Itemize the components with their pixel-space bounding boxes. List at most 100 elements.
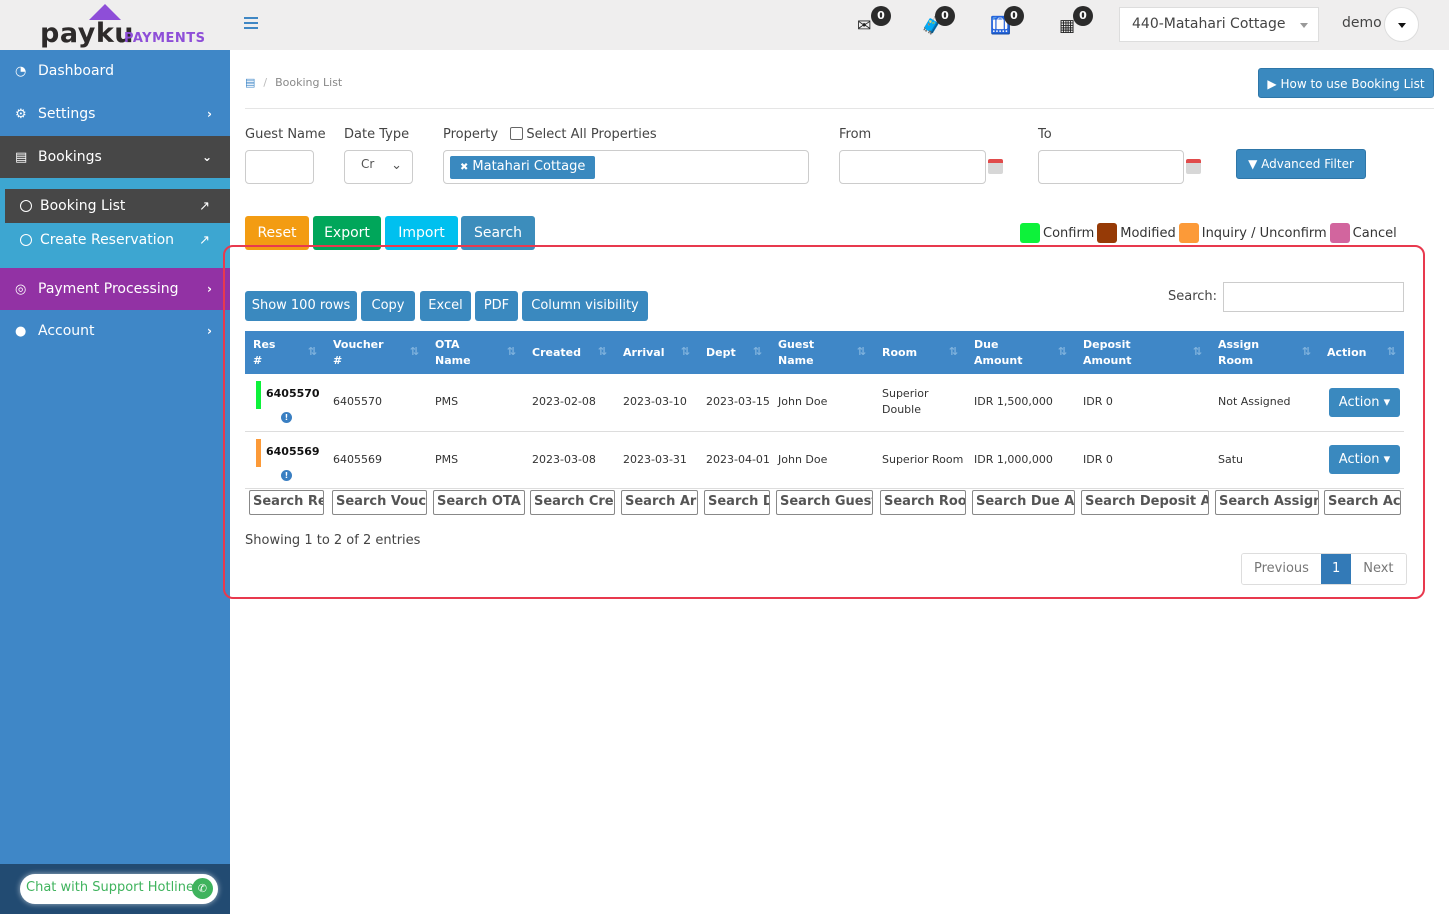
import-button[interactable]: Import [385,216,458,250]
column-header-assign-room[interactable]: Assign Room ⇅ [1210,331,1319,374]
column-header-arrival[interactable]: Arrival ⇅ [615,331,698,374]
column-header-guest-name[interactable]: Guest Name ⇅ [770,331,874,374]
column-search-res[interactable]: Search Re [249,490,324,515]
column-header-room[interactable]: Room ⇅ [874,331,966,374]
column-search-dept[interactable]: Search D [704,490,770,515]
calendar-icon[interactable] [1186,159,1201,174]
sidebar-item-booking-list[interactable]: Booking List ↗ [5,189,230,223]
advanced-filter-button[interactable]: ▼ Advanced Filter [1236,149,1366,179]
column-search-assign-room[interactable]: Search Assign [1215,490,1319,515]
from-label: From [839,127,872,142]
pdf-button[interactable]: PDF [475,291,518,321]
action-dropdown-button[interactable]: Action ▾ [1329,387,1400,417]
column-search-action[interactable]: Search Act [1324,490,1401,515]
sidebar: ◔ Dashboard ⚙ Settings › ▤ Bookings ⌄ Bo… [0,50,230,914]
column-header-ota-name[interactable]: OTA Name ⇅ [427,331,524,374]
pagination-previous[interactable]: Previous [1242,554,1321,584]
notification-calendar[interactable]: ▦ 0 [1059,6,1095,38]
sidebar-item-dashboard[interactable]: ◔ Dashboard [0,50,230,92]
sort-icon[interactable]: ⇅ [857,344,866,360]
sidebar-item-payment-processing[interactable]: ◎ Payment Processing › [0,268,230,310]
reservation-number[interactable]: 6405569 [266,444,320,460]
table-search-input[interactable] [1223,282,1404,312]
excel-button[interactable]: Excel [420,291,471,321]
status-legend: Confirm Modified Inquiry / Unconfirm Can… [1020,223,1400,243]
column-header-deposit-amount[interactable]: Deposit Amount ⇅ [1075,331,1210,374]
column-header-dept[interactable]: Dept ⇅ [698,331,770,374]
column-search-arrival[interactable]: Search Arr [621,490,698,515]
column-header-label: Due [974,337,999,351]
sort-icon[interactable]: ⇅ [507,344,516,360]
sidebar-item-account[interactable]: ● Account › [0,310,230,352]
search-button[interactable]: Search [461,216,535,250]
sort-icon[interactable]: ⇅ [1058,344,1067,360]
guest-name-input[interactable] [245,150,314,184]
column-search-ota-name[interactable]: Search OTA N [433,490,525,515]
to-date-input[interactable] [1038,150,1184,184]
sort-icon[interactable]: ⇅ [1302,344,1311,360]
sort-icon[interactable]: ⇅ [410,344,419,360]
column-search-guest-name[interactable]: Search Guest [776,490,873,515]
sidebar-item-bookings[interactable]: ▤ Bookings ⌄ [0,136,230,178]
column-header-voucher[interactable]: Voucher # ⇅ [325,331,427,374]
remove-chip-icon[interactable]: ✖ [460,162,468,173]
column-header-action[interactable]: Action ⇅ [1319,331,1404,374]
column-search-deposit-amount[interactable]: Search Deposit An [1081,490,1209,515]
property-select[interactable]: 440-Matahari Cottage [1119,7,1319,42]
sort-icon[interactable]: ⇅ [1387,344,1396,360]
action-dropdown-button[interactable]: Action ▾ [1329,445,1400,474]
column-search-due-amount[interactable]: Search Due An [972,490,1075,515]
show-rows-button[interactable]: Show 100 rows [245,291,357,321]
pagination-next[interactable]: Next [1351,554,1406,584]
date-type-select[interactable]: Cr ⌄ [344,150,413,184]
chat-support-button[interactable]: Chat with Support Hotline ✆ [20,874,218,904]
cell-guest: John Doe [770,431,874,489]
notification-messages[interactable]: ✉ 0 [857,6,893,38]
notification-checkins[interactable]: 🧳 0 [921,6,957,38]
pagination-page-1[interactable]: 1 [1320,554,1352,584]
notification-badge: 0 [935,6,955,26]
legend-swatch-cancel [1329,223,1350,243]
legend-swatch-inquiry [1178,223,1199,243]
sort-icon[interactable]: ⇅ [753,344,762,360]
calendar-icon[interactable] [988,159,1003,174]
column-header-res[interactable]: Res # ⇅ [245,331,325,374]
sort-icon[interactable]: ⇅ [598,344,607,360]
column-visibility-button[interactable]: Column visibility [522,291,648,321]
how-to-use-button[interactable]: ▶ How to use Booking List [1258,68,1434,98]
column-header-label: Room [882,345,918,359]
column-search-room[interactable]: Search Roo [880,490,966,515]
breadcrumb: ▤ / Booking List [245,76,342,89]
logo[interactable]: payku PAYMENTS [0,0,230,50]
menu-toggle-icon[interactable] [244,17,258,29]
reservation-number[interactable]: 6405570 [266,386,320,402]
from-date-input[interactable] [839,150,986,184]
sort-icon[interactable]: ⇅ [308,344,317,360]
table-row[interactable]: 6405570! 6405570 PMS 2023-02-08 2023-03-10 20… [245,374,1404,432]
info-icon[interactable]: ! [281,412,292,423]
sort-icon[interactable]: ⇅ [949,344,958,360]
notification-checkouts[interactable]: 🛄 0 [990,6,1026,38]
legend-label: Inquiry / Unconfirm [1201,225,1327,241]
user-menu-button[interactable] [1384,7,1419,42]
export-button[interactable]: Export [313,216,381,250]
table-row[interactable]: 6405569! 6405569 PMS 2023-03-08 2023-03-31 20… [245,431,1404,489]
cell-voucher: 6405570 [325,374,427,432]
sidebar-item-settings[interactable]: ⚙ Settings › [0,93,230,135]
info-icon[interactable]: ! [281,469,292,481]
cell-assign[interactable]: Satu [1210,431,1319,489]
copy-button[interactable]: Copy [361,291,415,321]
guest-name-label: Guest Name [245,127,326,142]
column-header-created[interactable]: Created ⇅ [524,331,615,374]
column-search-voucher[interactable]: Search Vouch [332,490,427,515]
sidebar-item-create-reservation[interactable]: Create Reservation ↗ [5,223,230,257]
column-header-due-amount[interactable]: Due Amount ⇅ [966,331,1075,374]
property-multiselect[interactable]: ✖ Matahari Cottage [443,150,809,184]
reset-button[interactable]: Reset [245,216,309,250]
sort-icon[interactable]: ⇅ [681,344,690,360]
cell-assign[interactable]: Not Assigned [1210,374,1319,432]
sort-icon[interactable]: ⇅ [1193,344,1202,360]
select-all-properties-checkbox[interactable] [510,127,524,140]
column-search-created[interactable]: Search Crea [530,490,615,515]
bookings-icon[interactable]: ▤ [245,76,255,89]
